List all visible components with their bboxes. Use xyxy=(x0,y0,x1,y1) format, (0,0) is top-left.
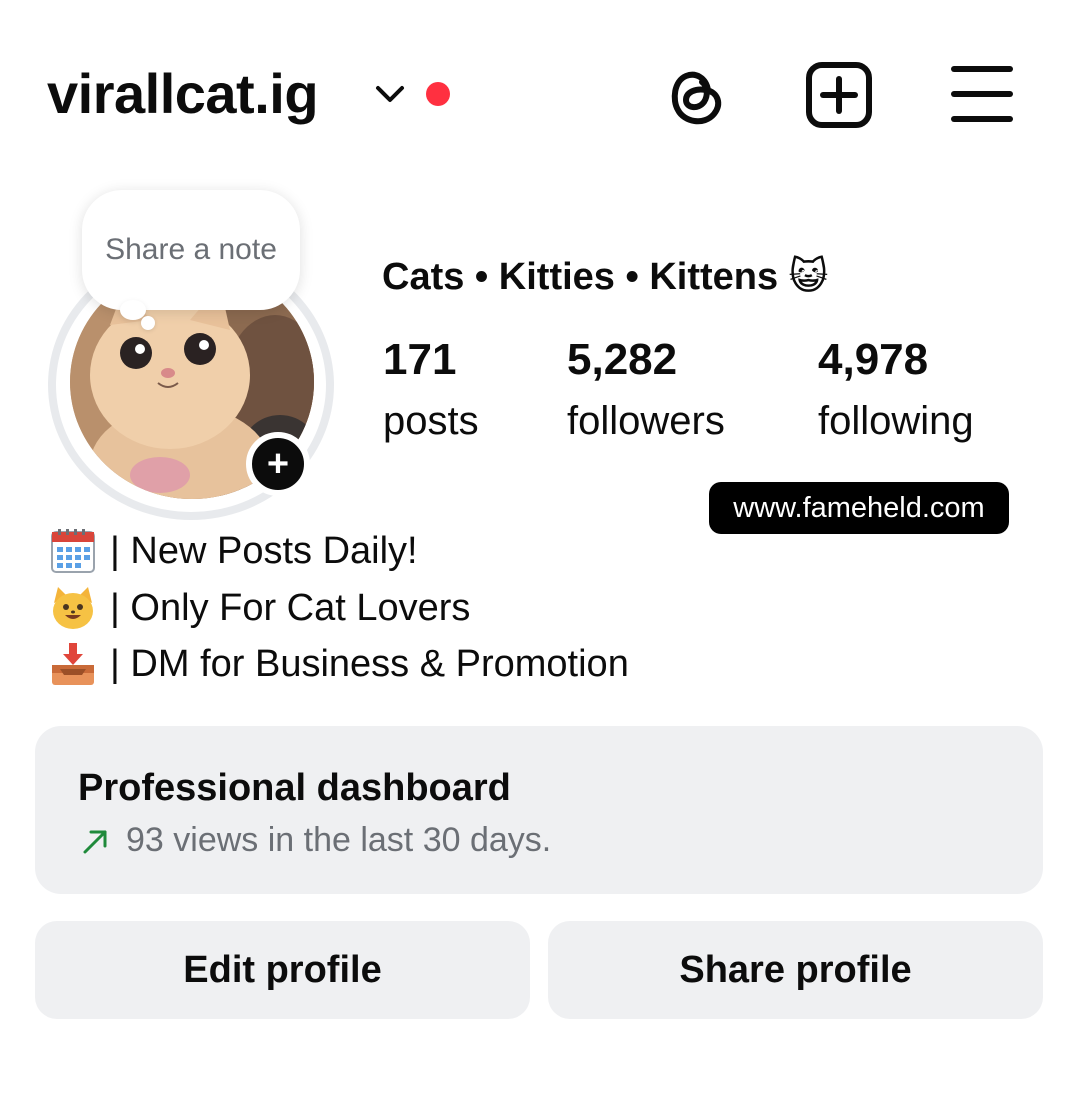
notification-dot xyxy=(426,82,450,106)
note-bubble-tail xyxy=(120,300,146,320)
bio-text: | DM for Business & Promotion xyxy=(110,643,629,685)
share-profile-button[interactable]: Share profile xyxy=(548,921,1043,1019)
edit-profile-button[interactable]: Edit profile xyxy=(35,921,530,1019)
dashboard-title: Professional dashboard xyxy=(78,767,511,809)
bio-line: | Only For Cat Lovers xyxy=(48,583,470,633)
following-label[interactable]: following xyxy=(818,394,974,448)
menu-icon[interactable] xyxy=(948,62,1016,126)
add-story-button[interactable]: + xyxy=(246,432,310,496)
followers-count[interactable]: 5,282 xyxy=(567,332,677,388)
share-note-bubble[interactable]: Share a note xyxy=(82,190,300,310)
bio-line: | DM for Business & Promotion xyxy=(48,639,629,689)
dashboard-views-summary: 93 views in the last 30 days. xyxy=(126,821,552,859)
cat-face-icon xyxy=(53,587,93,629)
create-post-icon[interactable] xyxy=(804,60,874,130)
bio-text: | Only For Cat Lovers xyxy=(110,587,471,629)
followers-label[interactable]: followers xyxy=(567,394,725,448)
trending-up-arrow-icon xyxy=(83,830,107,854)
following-count[interactable]: 4,978 xyxy=(818,332,928,388)
display-name: Cats • Kitties • Kittens 😺 xyxy=(382,256,829,298)
posts-label[interactable]: posts xyxy=(383,394,479,448)
note-bubble-tail-small xyxy=(141,316,155,330)
watermark-label: www.fameheld.com xyxy=(709,482,1009,534)
bio-text: | New Posts Daily! xyxy=(110,530,418,572)
share-note-label: Share a note xyxy=(105,233,277,266)
posts-count[interactable]: 171 xyxy=(383,332,456,388)
inbox-tray-icon xyxy=(52,643,94,685)
threads-icon[interactable] xyxy=(662,60,728,130)
bio-line: | New Posts Daily! xyxy=(48,526,418,576)
username-title[interactable]: virallcat.ig xyxy=(47,58,319,130)
calendar-icon xyxy=(51,529,95,573)
chevron-down-icon[interactable] xyxy=(372,80,408,108)
